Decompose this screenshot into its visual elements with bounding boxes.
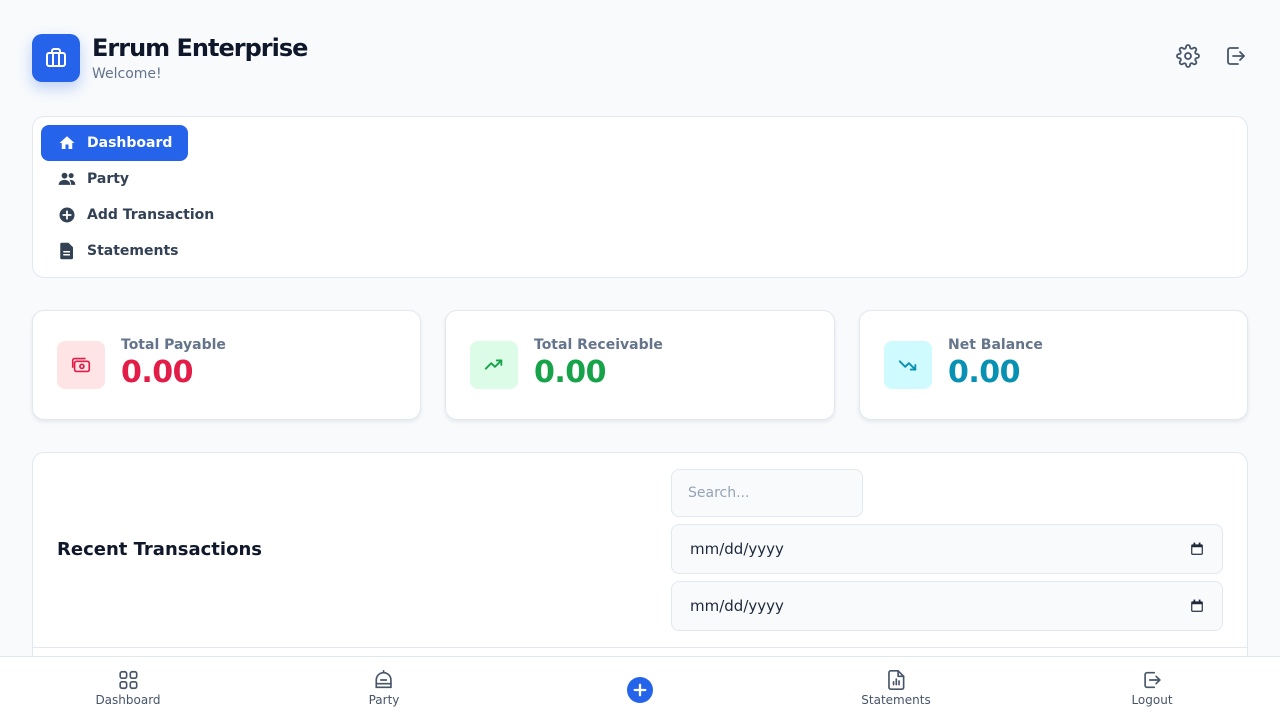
add-transaction-fab[interactable] [627,677,653,703]
date-to-field[interactable]: mm/dd/yyyy [671,581,1223,631]
calendar-icon[interactable] [1190,599,1204,613]
plus-icon [633,683,647,697]
stat-card-payable: Total Payable 0.00 [32,310,421,420]
nav-item-party[interactable]: Party [41,161,145,197]
trending-up-icon [470,341,518,389]
logout-icon[interactable] [1224,44,1248,68]
trending-down-icon [884,341,932,389]
amount-value: 0.00 [121,355,194,390]
nav-item-dashboard[interactable]: Dashboard [41,125,189,161]
app-subtitle: Welcome! [92,66,162,82]
nav-item-label: Add Transaction [87,207,215,223]
bottom-nav: Dashboard Party Statements Logout [0,656,1280,720]
cash-icon [57,341,105,389]
stat-amount: 0.00 [948,355,1021,390]
section-title: Recent Transactions [57,539,262,560]
main-nav: Dashboard Party Add Transaction Statemen… [32,116,1248,278]
bottom-nav-label: Logout [1131,693,1173,707]
users-icon [57,169,77,189]
stat-label: Total Receivable [534,337,663,353]
grid-icon [118,670,138,690]
bottom-nav-label: Party [368,693,400,707]
app-title: Errum Enterprise [92,34,308,62]
bottom-nav-label: Dashboard [95,693,161,707]
app-header: Errum Enterprise Welcome! [32,34,1248,84]
stat-amount: 0.00 [121,355,194,390]
party-icon [375,670,393,689]
stat-card-receivable: Total Receivable 0.00 [445,310,835,420]
date-to-value: mm/dd/yyyy [690,597,784,615]
brand: Errum Enterprise Welcome! [92,34,308,82]
logout-icon [1143,671,1161,689]
date-from-value: mm/dd/yyyy [690,540,784,558]
stat-label: Net Balance [948,337,1043,353]
stat-label: Total Payable [121,337,226,353]
bottom-nav-label: Statements [861,693,931,707]
nav-item-statements[interactable]: Statements [41,233,195,269]
nav-item-label: Statements [87,243,179,259]
nav-item-add-transaction[interactable]: Add Transaction [41,197,230,233]
stat-amount: 0.00 [534,355,607,390]
nav-item-label: Party [87,171,130,187]
bottom-nav-dashboard[interactable]: Dashboard [95,669,161,707]
plus-circle-icon [57,205,77,225]
document-icon [57,241,77,261]
home-icon [57,133,77,153]
amount-value: 0.00 [948,355,1021,390]
date-from-field[interactable]: mm/dd/yyyy [671,524,1223,574]
bottom-nav-statements[interactable]: Statements [861,669,931,707]
recent-transactions-card: Recent Transactions mm/dd/yyyy mm/dd/yyy… [32,452,1248,672]
bottom-nav-logout[interactable]: Logout [1131,669,1173,707]
header-actions [1176,44,1248,68]
nav-item-label: Dashboard [87,135,173,151]
search-input[interactable] [671,469,863,517]
app-logo [32,34,80,82]
calendar-icon[interactable] [1190,542,1204,556]
amount-value: 0.00 [534,355,607,390]
report-icon [887,670,905,690]
stat-card-net-balance: Net Balance 0.00 [859,310,1248,420]
briefcase-icon [46,48,66,67]
bottom-nav-party[interactable]: Party [368,669,400,707]
divider [33,647,1247,648]
gear-icon[interactable] [1176,44,1200,68]
